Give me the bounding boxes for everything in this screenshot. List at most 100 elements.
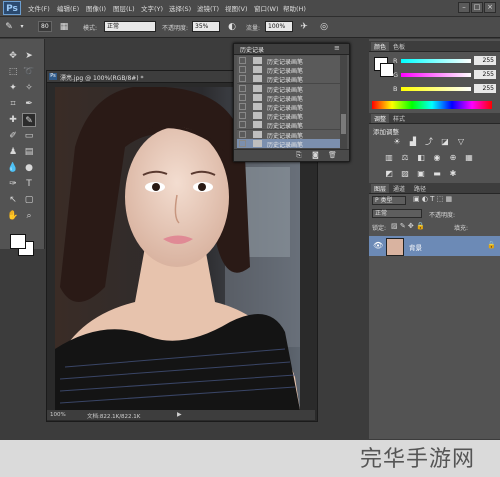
menu-layer[interactable]: 图层(L) xyxy=(113,3,135,13)
g-slider[interactable] xyxy=(401,73,471,77)
channel-mixer-icon[interactable]: ⊕ xyxy=(447,152,459,164)
brush-size-preview[interactable]: 80 xyxy=(38,21,52,32)
vibrance-icon[interactable]: ▽ xyxy=(455,136,467,148)
tab-channels[interactable]: 通道 xyxy=(393,184,405,193)
brush-tool-icon[interactable]: ✐ xyxy=(6,129,20,143)
pressure-size-icon[interactable]: ◎ xyxy=(318,21,330,33)
history-item[interactable]: 历史记录画笔 xyxy=(237,138,340,149)
marquee-tool-icon[interactable]: ⬚ xyxy=(6,65,20,79)
black-white-icon[interactable]: ◧ xyxy=(415,152,427,164)
mode-select[interactable]: 正常 xyxy=(104,21,156,32)
menu-edit[interactable]: 编辑(E) xyxy=(57,3,79,13)
gradient-icon[interactable]: ▤ xyxy=(22,145,36,159)
tab-swatches[interactable]: 色板 xyxy=(393,42,405,51)
filter-icons[interactable]: ▣ ◐ T ⬚ ▦ xyxy=(413,195,452,203)
history-scroll-thumb[interactable] xyxy=(341,114,346,134)
opacity-field[interactable]: 35% xyxy=(192,21,220,32)
color-lookup-icon[interactable]: ▦ xyxy=(463,152,475,164)
crop-tool-icon[interactable]: ⌗ xyxy=(6,97,20,111)
shape-tool-icon[interactable]: ▢ xyxy=(22,193,36,207)
menu-image[interactable]: 图像(I) xyxy=(86,3,106,13)
brightness-icon[interactable]: ☀ xyxy=(391,136,403,148)
lasso-tool-icon[interactable]: ➰ xyxy=(22,65,36,79)
exposure-icon[interactable]: ◪ xyxy=(439,136,451,148)
history-brush-icon[interactable]: ✎ xyxy=(22,113,36,127)
color-spectrum[interactable] xyxy=(372,101,492,109)
tab-styles[interactable]: 样式 xyxy=(393,114,405,123)
type-tool-icon[interactable]: T xyxy=(22,177,36,191)
zoom-level[interactable]: 100% xyxy=(50,412,66,418)
curves-icon[interactable]: ⤴ xyxy=(423,136,435,148)
zoom-tool-icon[interactable]: ⌕ xyxy=(22,209,36,223)
menu-filter[interactable]: 滤镜(T) xyxy=(197,3,219,13)
history-source-checkbox[interactable] xyxy=(239,84,246,92)
history-source-checkbox[interactable] xyxy=(239,130,246,138)
blur-tool-icon[interactable]: 💧 xyxy=(6,161,20,175)
levels-icon[interactable]: ▟ xyxy=(407,136,419,148)
layer-kind-filter[interactable]: P 类型 xyxy=(372,196,406,205)
eye-icon[interactable]: 👁 xyxy=(373,241,383,250)
stamp-tool-icon[interactable]: ♟ xyxy=(6,145,20,159)
tab-layers[interactable]: 图层 xyxy=(371,184,390,193)
trash-icon[interactable]: 🗑 xyxy=(328,151,337,159)
snapshot-icon[interactable]: ⎘ xyxy=(296,151,302,160)
b-slider[interactable] xyxy=(401,87,471,91)
history-source-checkbox[interactable] xyxy=(239,57,246,64)
blend-mode-select[interactable]: 正常 xyxy=(372,209,422,218)
minimize-button[interactable]: – xyxy=(458,2,470,13)
history-source-checkbox[interactable] xyxy=(239,103,246,110)
b-value[interactable]: 255 xyxy=(474,84,496,93)
dodge-tool-icon[interactable]: ● xyxy=(22,161,36,175)
status-arrow-icon[interactable]: ▶ xyxy=(177,411,182,418)
eyedropper-icon[interactable]: ✒ xyxy=(22,97,36,111)
hue-sat-icon[interactable]: ▥ xyxy=(383,152,395,164)
eraser-icon[interactable]: ▭ xyxy=(22,129,36,143)
tab-paths[interactable]: 路径 xyxy=(414,184,426,193)
menu-select[interactable]: 选择(S) xyxy=(169,3,191,13)
history-source-checkbox[interactable] xyxy=(239,75,246,83)
g-value[interactable]: 255 xyxy=(474,70,496,79)
history-source-checkbox[interactable] xyxy=(239,93,246,101)
spot-heal-icon[interactable]: ✚ xyxy=(6,113,20,127)
close-button[interactable]: × xyxy=(484,2,496,13)
threshold-icon[interactable]: ▣ xyxy=(415,168,427,180)
camera-icon[interactable]: ◙ xyxy=(312,151,319,159)
color-bg-swatch[interactable] xyxy=(380,63,394,77)
menu-help[interactable]: 帮助(H) xyxy=(283,3,306,13)
hand-tool-icon[interactable]: ✋ xyxy=(6,209,20,223)
lock-icons[interactable]: ▨ ✎ ✥ 🔒 xyxy=(391,222,425,230)
flow-field[interactable]: 100% xyxy=(265,21,293,32)
quick-select-icon[interactable]: ✦ xyxy=(6,81,20,95)
gradient-map-icon[interactable]: ▬ xyxy=(431,168,443,180)
history-source-checkbox[interactable] xyxy=(239,112,246,120)
history-source-checkbox[interactable] xyxy=(239,139,246,147)
menu-view[interactable]: 视图(V) xyxy=(225,3,248,13)
menu-file[interactable]: 文件(F) xyxy=(28,3,50,13)
move-arrow-icon[interactable]: ➤ xyxy=(22,49,36,63)
pen-tool-icon[interactable]: ✑ xyxy=(6,177,20,191)
history-brush-tool-icon[interactable]: ✎ xyxy=(3,21,15,33)
selective-color-icon[interactable]: ✱ xyxy=(447,168,459,180)
chevron-down-icon[interactable]: ▾ xyxy=(16,21,28,33)
move-tool-icon[interactable]: ✥ xyxy=(6,49,20,63)
tab-adjustments[interactable]: 调整 xyxy=(371,114,390,123)
color-balance-icon[interactable]: ⚖ xyxy=(399,152,411,164)
pressure-opacity-icon[interactable]: ◐ xyxy=(226,21,238,33)
brush-panel-icon[interactable]: ▦ xyxy=(58,21,70,33)
r-value[interactable]: 255 xyxy=(474,56,496,65)
menu-window[interactable]: 窗口(W) xyxy=(254,3,279,13)
layer-row-background[interactable]: 👁 背景 🔒 xyxy=(369,236,500,256)
panel-menu-icon[interactable]: ≡ xyxy=(334,44,340,52)
menu-type[interactable]: 文字(Y) xyxy=(141,3,163,13)
magic-wand-icon[interactable]: ✧ xyxy=(22,81,36,95)
photo-filter-icon[interactable]: ◉ xyxy=(431,152,443,164)
invert-icon[interactable]: ◩ xyxy=(383,168,395,180)
foreground-color-swatch[interactable] xyxy=(10,234,26,249)
tab-color[interactable]: 颜色 xyxy=(371,42,390,51)
history-panel-header[interactable]: 历史记录 ≡ xyxy=(234,44,349,55)
maximize-button[interactable]: □ xyxy=(471,2,483,13)
r-slider[interactable] xyxy=(401,59,471,63)
path-select-icon[interactable]: ↖ xyxy=(6,193,20,207)
airbrush-icon[interactable]: ✈ xyxy=(298,21,310,33)
history-scrollbar[interactable] xyxy=(340,55,347,150)
